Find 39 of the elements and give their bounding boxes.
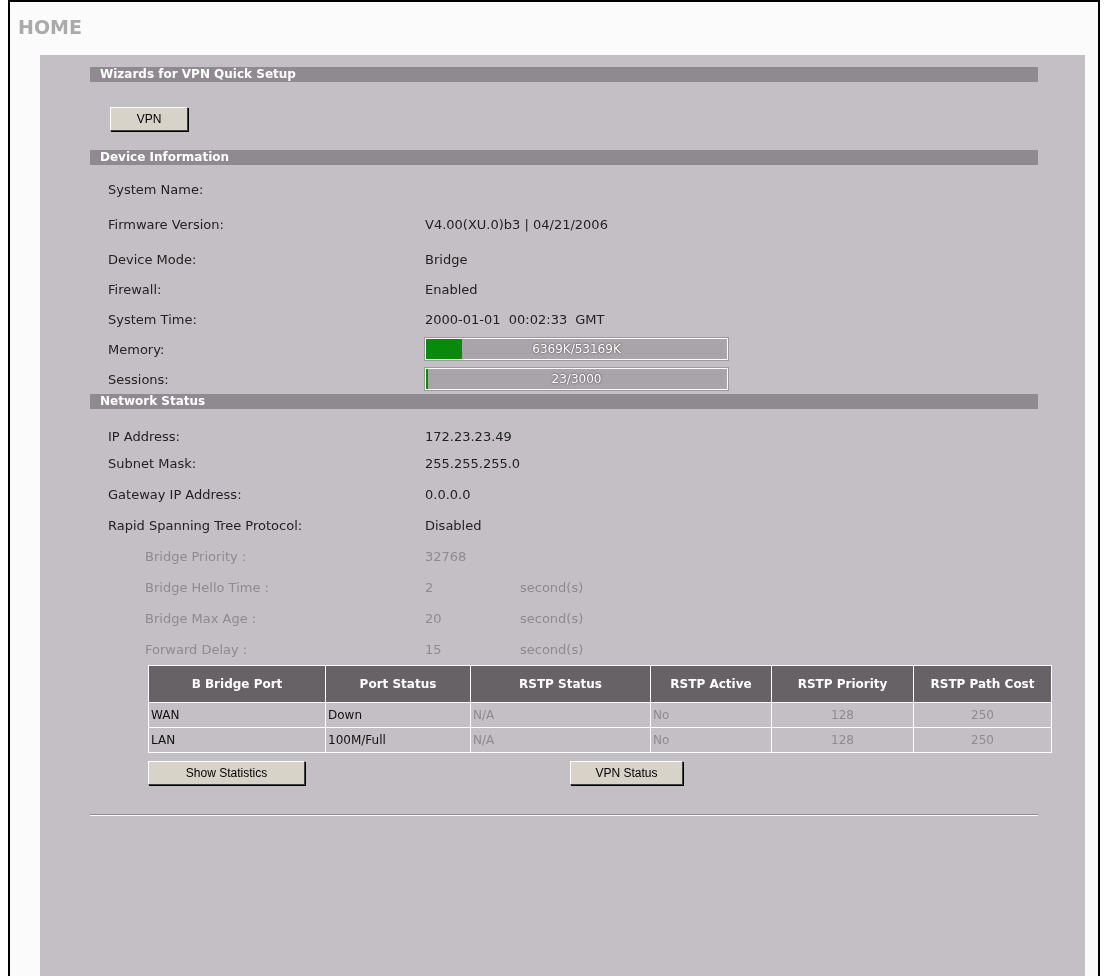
field-value: 255.255.255.0 [425, 456, 521, 471]
vpn-button[interactable]: VPN [110, 107, 188, 131]
page-title: HOME [18, 16, 83, 40]
section-header: Device Information [90, 150, 1038, 165]
field-label: System Name: [108, 181, 205, 197]
column-header: RSTP Path Cost [913, 665, 1052, 703]
field-label: System Time: [108, 311, 198, 327]
timezone-label: GMT [575, 311, 605, 327]
field-label: Firmware Version: [108, 216, 225, 232]
column-header: RSTP Priority [771, 665, 914, 703]
meter-reading: 6369K/53169K [531, 341, 622, 358]
field-value: V4.00(XU.0)b3 | 04/21/2006 [425, 216, 608, 232]
column-header: B Bridge Port [148, 665, 326, 703]
table-cell: LAN [148, 727, 326, 753]
field-value: Bridge [425, 251, 468, 267]
action-button[interactable]: Show Statistics [148, 761, 305, 785]
action-button[interactable]: VPN Status [570, 761, 683, 785]
field-label: Gateway IP Address: [108, 487, 243, 502]
field-label: Subnet Mask: [108, 456, 198, 471]
column-header: Port Status [325, 665, 471, 703]
table-cell: Down [325, 702, 471, 728]
section-header: Wizards for VPN Quick Setup [90, 67, 1038, 82]
field-value: Disabled [425, 518, 482, 533]
table-cell: WAN [148, 702, 326, 728]
field-label: Device Mode: [108, 251, 198, 267]
field-value: 172.23.23.49 [425, 429, 512, 444]
column-header: RSTP Active [650, 665, 772, 703]
meter-reading: 23/3000 [550, 371, 603, 388]
section-header: Network Status [90, 394, 1038, 409]
field-value: 2000-01-01 00:02:33 [425, 311, 568, 327]
field-value: Enabled [425, 281, 478, 297]
field-label: IP Address: [108, 429, 181, 444]
field-value: 0.0.0.0 [425, 487, 471, 502]
field-label: Memory: [108, 341, 166, 357]
field-label: Rapid Spanning Tree Protocol: [108, 518, 304, 533]
table-cell: 100M/Full [325, 727, 471, 753]
field-label: Sessions: [108, 371, 170, 387]
field-label: Firewall: [108, 281, 163, 297]
column-header: RSTP Status [470, 665, 651, 703]
